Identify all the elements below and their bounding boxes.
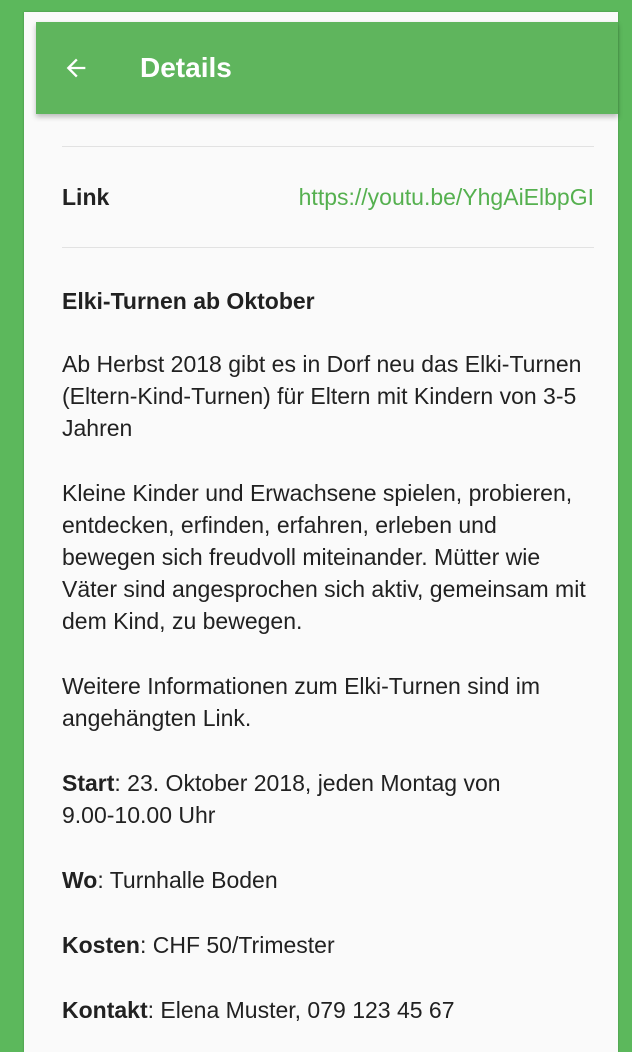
contact-label: Kontakt	[62, 997, 148, 1023]
back-button[interactable]	[56, 48, 96, 88]
link-label: Link	[62, 183, 110, 210]
screen: Details Link https://youtu.be/YhgAiElbpG…	[24, 12, 618, 1052]
details-content: Link https://youtu.be/YhgAiElbpGI Elki-T…	[62, 146, 594, 1026]
location-info: Wo: Turnhalle Boden	[62, 864, 594, 896]
cost-label: Kosten	[62, 932, 140, 958]
page-title: Details	[140, 52, 232, 83]
app-bar: Details	[36, 22, 618, 114]
cost-value: : CHF 50/Trimester	[139, 932, 335, 958]
post-heading: Elki-Turnen ab Oktober	[62, 288, 315, 314]
arrow-left-icon	[66, 58, 86, 78]
divider	[62, 247, 594, 248]
start-label: Start	[62, 770, 115, 796]
video-link[interactable]: https://youtu.be/YhgAiElbpGI	[299, 184, 594, 211]
cost-info: Kosten: CHF 50/Trimester	[62, 929, 594, 961]
paragraph-description: Kleine Kinder und Erwachsene spielen, pr…	[62, 480, 586, 634]
paragraph-intro: Ab Herbst 2018 gibt es in Dorf neu das E…	[62, 351, 582, 441]
contact-value: : Elena Muster, 079 123 45 67	[147, 997, 455, 1023]
start-value: : 23. Oktober 2018, jeden Montag von 9.0…	[62, 770, 501, 828]
location-value: : Turnhalle Boden	[97, 867, 278, 893]
link-row: Link https://youtu.be/YhgAiElbpGI	[62, 147, 594, 247]
contact-info: Kontakt: Elena Muster, 079 123 45 67	[62, 994, 594, 1026]
location-label: Wo	[62, 867, 98, 893]
start-info: Start: 23. Oktober 2018, jeden Montag vo…	[62, 767, 532, 831]
paragraph-more-info: Weitere Informationen zum Elki-Turnen si…	[62, 673, 541, 731]
